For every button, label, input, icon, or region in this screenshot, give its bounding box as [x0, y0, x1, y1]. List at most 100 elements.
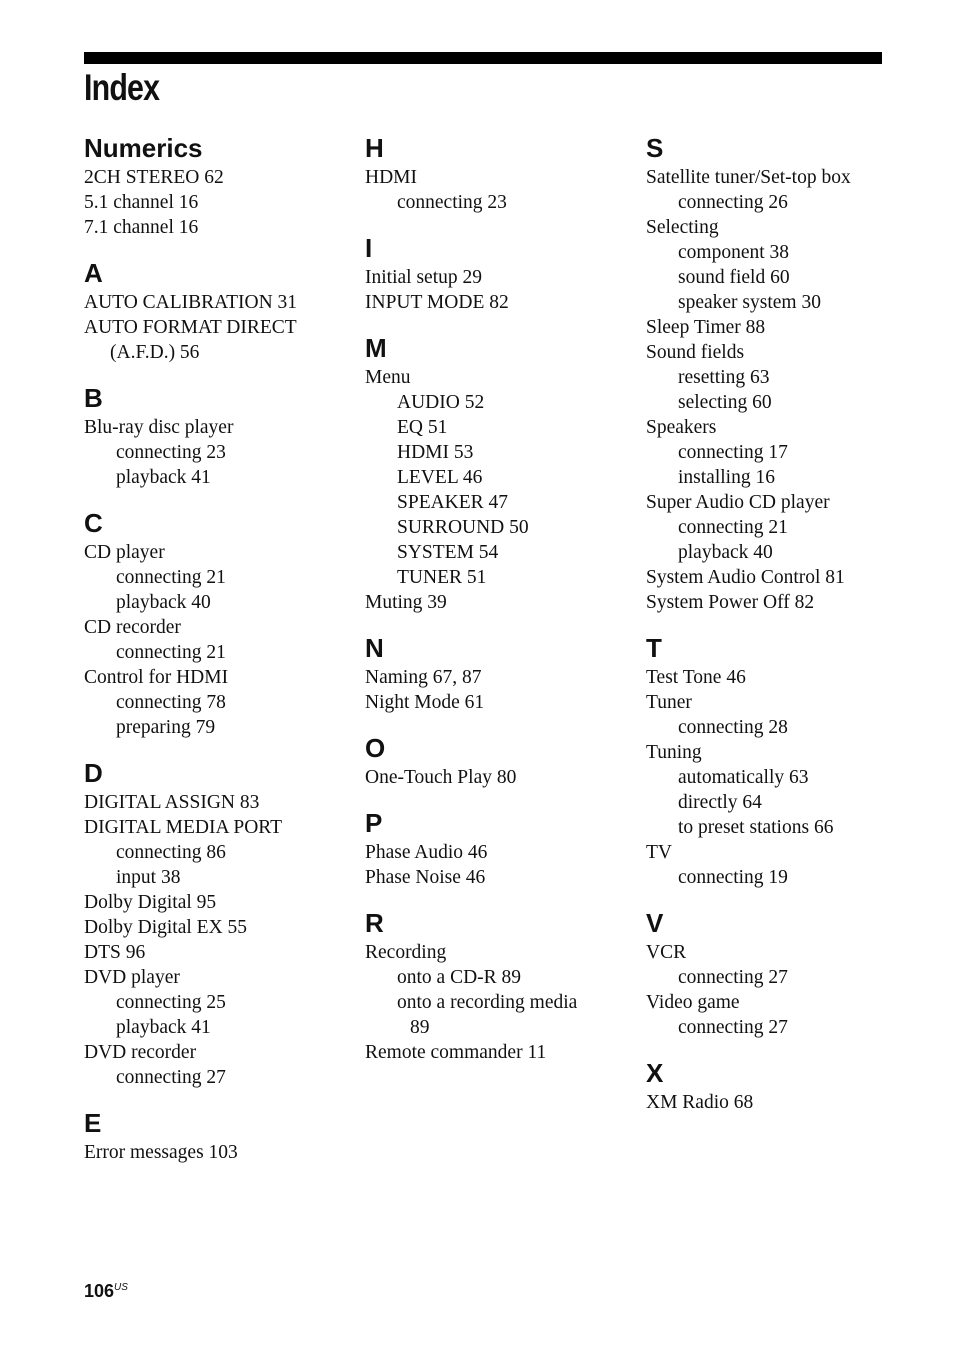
section-heading: X — [646, 1058, 664, 1088]
index-entry: Sound fields — [646, 342, 745, 363]
index-column-3: S Satellite tuner/Set-top box connecting 2… — [646, 132, 916, 1132]
index-entry: Phase Noise 46 — [365, 867, 486, 888]
index-section: I Initial setup 29 INPUT MODE 82 — [365, 232, 635, 315]
section-heading: T — [646, 633, 662, 663]
index-entry: Tuning — [646, 742, 702, 763]
index-entry: System Audio Control 81 — [646, 567, 845, 588]
section-heading: A — [84, 258, 103, 288]
section-heading: D — [84, 758, 103, 788]
index-subentry: playback 41 — [116, 467, 211, 488]
index-section: X XM Radio 68 — [646, 1057, 916, 1115]
index-subentry: SURROUND 50 — [397, 517, 529, 538]
index-section: H HDMI connecting 23 — [365, 132, 635, 215]
index-subentry: sound field 60 — [678, 267, 790, 288]
index-entry: AUTO CALIBRATION 31 — [84, 292, 298, 313]
index-entry: Initial setup 29 — [365, 267, 482, 288]
index-section: N Naming 67, 87 Night Mode 61 — [365, 632, 635, 715]
index-entry: Muting 39 — [365, 592, 447, 613]
index-section: O One-Touch Play 80 — [365, 732, 635, 790]
index-section: S Satellite tuner/Set-top box connecting 2… — [646, 132, 916, 615]
index-subentry: playback 41 — [116, 1017, 211, 1038]
index-entry: 7.1 channel 16 — [84, 217, 199, 238]
index-entry: Phase Audio 46 — [365, 842, 488, 863]
index-entry: TV — [646, 842, 672, 863]
index-subentry: connecting 78 — [116, 692, 226, 713]
index-subentry: AUDIO 52 — [397, 392, 485, 413]
index-subentry: connecting 86 — [116, 842, 226, 863]
index-column-1: Numerics 2CH STEREO 62 5.1 channel 16 7.1 c… — [84, 132, 354, 1182]
section-heading: B — [84, 383, 103, 413]
index-entry: Satellite tuner/Set-top box — [646, 167, 851, 188]
index-entry: CD player — [84, 542, 165, 563]
index-subentry: connecting 27 — [678, 1017, 788, 1038]
index-entry: Test Tone 46 — [646, 667, 746, 688]
index-subentry: installing 16 — [678, 467, 775, 488]
index-subentry: connecting 19 — [678, 867, 788, 888]
index-entry: One-Touch Play 80 — [365, 767, 517, 788]
section-heading: C — [84, 508, 103, 538]
index-section: P Phase Audio 46 Phase Noise 46 — [365, 807, 635, 890]
index-section: A AUTO CALIBRATION 31 AUTO FORMAT DIRECT (A… — [84, 257, 354, 365]
index-subentry: resetting 63 — [678, 367, 770, 388]
index-entry: XM Radio 68 — [646, 1092, 754, 1113]
index-subentry: connecting 21 — [116, 642, 226, 663]
index-subentry: directly 64 — [678, 792, 762, 813]
index-entry: Blu-ray disc player — [84, 417, 234, 438]
index-subentry: playback 40 — [116, 592, 211, 613]
index-subentry: connecting 27 — [116, 1067, 226, 1088]
section-heading: O — [365, 733, 386, 763]
index-section: Numerics 2CH STEREO 62 5.1 channel 16 7.1 c… — [84, 132, 354, 240]
index-entry: Remote commander 11 — [365, 1042, 547, 1063]
index-subentry: connecting 25 — [116, 992, 226, 1013]
index-subentry: onto a recording media — [397, 992, 578, 1013]
index-subentry: playback 40 — [678, 542, 773, 563]
index-entry: Recording — [365, 942, 447, 963]
index-entry: Sleep Timer 88 — [646, 317, 766, 338]
section-heading: H — [365, 133, 384, 163]
index-entry: CD recorder — [84, 617, 181, 638]
section-heading: V — [646, 908, 664, 938]
index-subentry: to preset stations 66 — [678, 817, 834, 838]
index-entry: Tuner — [646, 692, 692, 713]
index-section: D DIGITAL ASSIGN 83 DIGITAL MEDIA PORT conn… — [84, 757, 354, 1090]
page-title: Index — [84, 67, 160, 108]
index-subentry: HDMI 53 — [397, 442, 474, 463]
index-subentry: selecting 60 — [678, 392, 772, 413]
index-entry: Super Audio CD player — [646, 492, 830, 513]
index-entry: 5.1 channel 16 — [84, 192, 199, 213]
index-entry: DVD recorder — [84, 1042, 197, 1063]
index-subentry: EQ 51 — [397, 417, 448, 438]
header-rule — [84, 52, 882, 64]
page-number: 106US — [84, 1281, 128, 1302]
index-subentry: onto a CD-R 89 — [397, 967, 522, 988]
index-entry: Video game — [646, 992, 740, 1013]
index-section: E Error messages 103 — [84, 1107, 354, 1165]
section-heading: S — [646, 133, 664, 163]
index-subentry: preparing 79 — [116, 717, 216, 738]
index-section: V VCR connecting 27 Video game connecting 27 — [646, 907, 916, 1040]
page-number-suffix: US — [114, 1282, 128, 1293]
index-entry: INPUT MODE 82 — [365, 292, 509, 313]
index-entry: Speakers — [646, 417, 717, 438]
index-subentry: connecting 23 — [116, 442, 226, 463]
index-subentry: speaker system 30 — [678, 292, 821, 313]
index-entry: AUTO FORMAT DIRECT — [84, 317, 297, 338]
index-subentry: input 38 — [116, 867, 181, 888]
index-subentry: component 38 — [678, 242, 790, 263]
index-subentry: SYSTEM 54 — [397, 542, 499, 563]
index-section: B Blu-ray disc player connecting 23 playbac… — [84, 382, 354, 490]
index-entry: 89 — [410, 1017, 430, 1038]
index-entry: Control for HDMI — [84, 667, 229, 688]
index-subentry: connecting 17 — [678, 442, 788, 463]
index-entry: System Power Off 82 — [646, 592, 815, 613]
index-entry: (A.F.D.) 56 — [110, 342, 200, 363]
section-heading: R — [365, 908, 384, 938]
index-section: R Recording onto a CD-R 89 onto a recording… — [365, 907, 635, 1065]
index-section: C CD player connecting 21 playback 40 CD rec… — [84, 507, 354, 740]
index-entry: Naming 67, 87 — [365, 667, 482, 688]
index-entry: DIGITAL ASSIGN 83 — [84, 792, 260, 813]
index-subentry: connecting 28 — [678, 717, 788, 738]
section-heading: Numerics — [84, 133, 203, 163]
index-section: M Menu AUDIO 52 EQ 51 HDMI 53 LEVEL 46 SPEAKER… — [365, 332, 635, 615]
index-entry: Error messages 103 — [84, 1142, 238, 1163]
